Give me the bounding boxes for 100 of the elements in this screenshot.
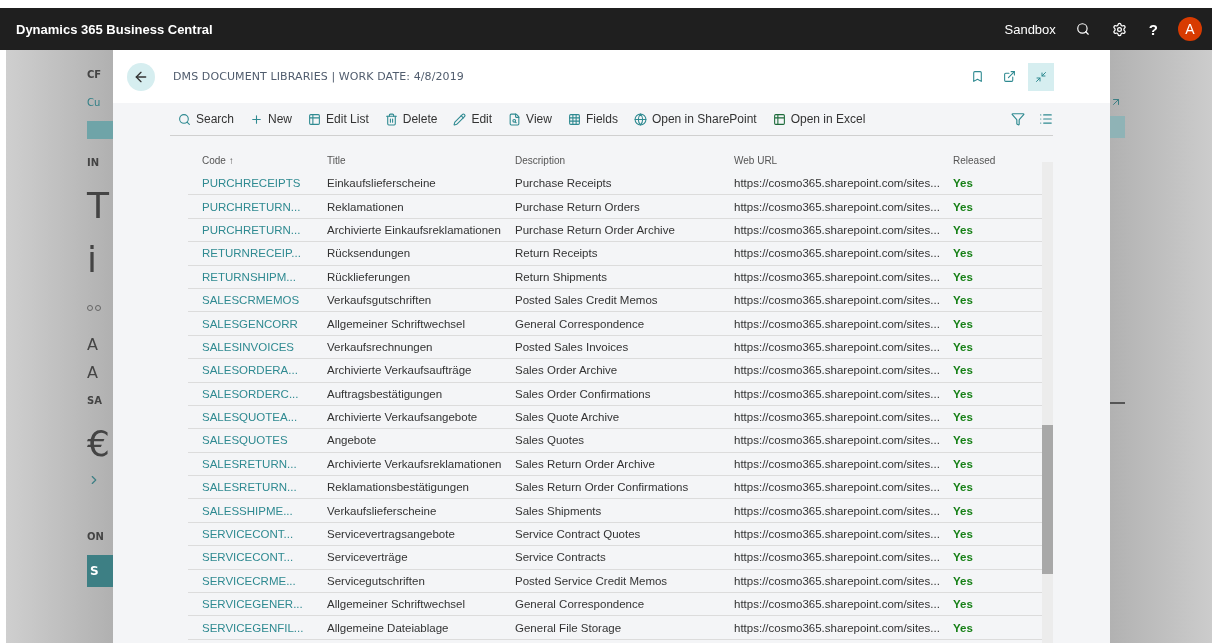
table-cell-text: Yes — [952, 551, 974, 564]
table-cell-text: https://cosmo365.sharepoint.com/sites... — [733, 247, 939, 260]
table-cell-text: Posted Service Credit Memos — [514, 574, 669, 587]
table-cell-text: Servicegutschriften — [326, 574, 426, 587]
table-cell-text: Yes — [952, 247, 974, 260]
background-tile: S — [87, 555, 113, 587]
toolbar-button[interactable]: Edit List — [300, 105, 377, 133]
table-cell-text: Yes — [952, 387, 974, 400]
background-text: CF — [87, 68, 102, 82]
toolbar-button[interactable]: Open in SharePoint — [625, 105, 765, 133]
list-icon[interactable] — [1039, 112, 1053, 126]
table-cell-text: https://cosmo365.sharepoint.com/sites... — [733, 270, 939, 283]
table-cell-text: Yes — [952, 294, 974, 307]
background-text: A — [87, 335, 98, 355]
code-link[interactable]: PURCHRETURN... — [188, 200, 313, 213]
table-cell-text: Posted Sales Credit Memos — [514, 294, 659, 307]
scrollbar-track[interactable] — [1042, 162, 1053, 643]
code-link[interactable]: SALESQUOTEA... — [188, 411, 313, 424]
toolbar-button[interactable]: Fields — [559, 105, 626, 133]
background-text: € — [87, 422, 110, 466]
table-cell-text: https://cosmo365.sharepoint.com/sites... — [733, 551, 939, 564]
code-link[interactable]: RETURNSHIPM... — [188, 270, 313, 283]
search-icon[interactable] — [1075, 22, 1090, 36]
table-cell-text: Yes — [952, 223, 974, 236]
code-link[interactable]: SALESQUOTES — [188, 434, 313, 447]
toolbar-button[interactable]: Delete — [376, 105, 446, 133]
table-cell-text: https://cosmo365.sharepoint.com/sites... — [733, 481, 939, 494]
user-avatar[interactable]: A — [1178, 17, 1202, 41]
column-header[interactable]: Released — [939, 154, 1042, 166]
toolbar-button[interactable]: Search — [170, 105, 243, 133]
table-cell-text: General File Storage — [514, 621, 623, 634]
back-button[interactable] — [127, 62, 155, 91]
code-link[interactable]: SERVICECONT... — [188, 528, 313, 541]
table-cell-text: Archivierte Verkaufsaufträge — [326, 364, 473, 377]
table-cell-text: https://cosmo365.sharepoint.com/sites... — [733, 317, 939, 330]
code-link[interactable]: SALESORDERA... — [188, 364, 313, 377]
toolbar-button[interactable]: View — [500, 105, 560, 133]
table-cell-text: Servicevertragsangebote — [326, 528, 456, 541]
background-text: T — [87, 184, 109, 228]
code-link[interactable]: SERVICEGENER... — [188, 598, 313, 611]
filter-icon[interactable] — [1011, 112, 1025, 126]
document-search-icon — [508, 112, 522, 126]
code-link[interactable]: SALESCRMEMOS — [188, 294, 313, 307]
toolbar-button[interactable]: Edit — [445, 105, 501, 133]
code-link[interactable]: SALESGENCORR — [188, 317, 313, 330]
table-cell-text: Verkaufsrechnungen — [326, 340, 434, 353]
table-cell-text: Archivierte Verkaufsreklamationen — [326, 457, 501, 470]
table-cell-text: https://cosmo365.sharepoint.com/sites... — [733, 364, 939, 377]
table-cell-text: Yes — [952, 270, 974, 283]
table-cell-text: Posted Sales Invoices — [514, 340, 630, 353]
settings-icon[interactable] — [1111, 21, 1127, 37]
help-button[interactable]: ? — [1148, 20, 1158, 38]
collapse-button[interactable] — [1028, 62, 1054, 91]
code-link[interactable]: SERVICEGENFIL... — [188, 621, 313, 634]
column-header[interactable]: Title — [313, 154, 501, 166]
table-cell-text: https://cosmo365.sharepoint.com/sites... — [733, 621, 939, 634]
toolbar-button[interactable]: New — [242, 105, 301, 133]
table-cell-text: Service Contract Quotes — [514, 528, 642, 541]
column-header[interactable]: Code ↑ — [188, 154, 313, 166]
table-cell-text: Sales Shipments — [514, 504, 603, 517]
table-cell-text: Reklamationsbestätigungen — [326, 481, 470, 494]
table-cell-text: Yes — [952, 340, 974, 353]
background-text: Cu — [87, 96, 101, 110]
table-cell-text: Yes — [952, 177, 974, 190]
table-cell-text: General Correspondence — [514, 317, 646, 330]
table-cell-text: https://cosmo365.sharepoint.com/sites... — [733, 177, 939, 190]
code-link[interactable]: SALESSHIPME... — [188, 504, 313, 517]
code-link[interactable]: RETURNRECEIP... — [188, 247, 313, 260]
app-title: Dynamics 365 Business Central — [16, 21, 214, 37]
background-text: A — [87, 363, 98, 383]
toolbar-button[interactable]: Open in Excel — [764, 105, 874, 133]
table-cell-text: Verkaufsgutschriften — [326, 294, 433, 307]
code-link[interactable]: SALESINVOICES — [188, 340, 313, 353]
table-cell-text: Yes — [952, 200, 974, 213]
code-link[interactable]: SALESORDERC... — [188, 387, 313, 400]
scrollbar-thumb[interactable] — [1042, 425, 1053, 574]
column-header[interactable]: Description — [501, 154, 720, 166]
code-link[interactable]: SERVICECONT... — [188, 551, 313, 564]
table-cell-text: Allgemeiner Schriftwechsel — [326, 317, 467, 330]
code-link[interactable]: SERVICECRME... — [188, 574, 313, 587]
dialog-title: DMS DOCUMENT LIBRARIES | WORK DATE: 4/8/2019 — [173, 70, 465, 83]
code-link[interactable]: PURCHRETURN... — [188, 223, 313, 236]
table-cell-text: Sales Quotes — [514, 434, 586, 447]
table-cell-text: Yes — [952, 574, 974, 587]
table-cell-text: Purchase Return Orders — [514, 200, 641, 213]
code-link[interactable]: SALESRETURN... — [188, 457, 313, 470]
table-cell-text: Sales Return Order Archive — [514, 457, 656, 470]
environment-label: Sandbox — [1004, 21, 1056, 37]
code-link[interactable]: SALESRETURN... — [188, 481, 313, 494]
column-header[interactable]: Web URL — [720, 154, 939, 166]
table-cell-text: Yes — [952, 504, 974, 517]
plus-icon — [250, 112, 264, 126]
table-cell-text: Return Receipts — [514, 247, 599, 260]
table-cell-text: Yes — [952, 621, 974, 634]
code-link[interactable]: PURCHRECEIPTS — [188, 177, 313, 190]
table-cell-text: Purchase Return Order Archive — [514, 223, 676, 236]
table-cell-text: https://cosmo365.sharepoint.com/sites... — [733, 387, 939, 400]
table-cell-text: Service Contracts — [514, 551, 607, 564]
background-text: SA — [87, 394, 102, 408]
table-cell-text: Rücksendungen — [326, 247, 412, 260]
